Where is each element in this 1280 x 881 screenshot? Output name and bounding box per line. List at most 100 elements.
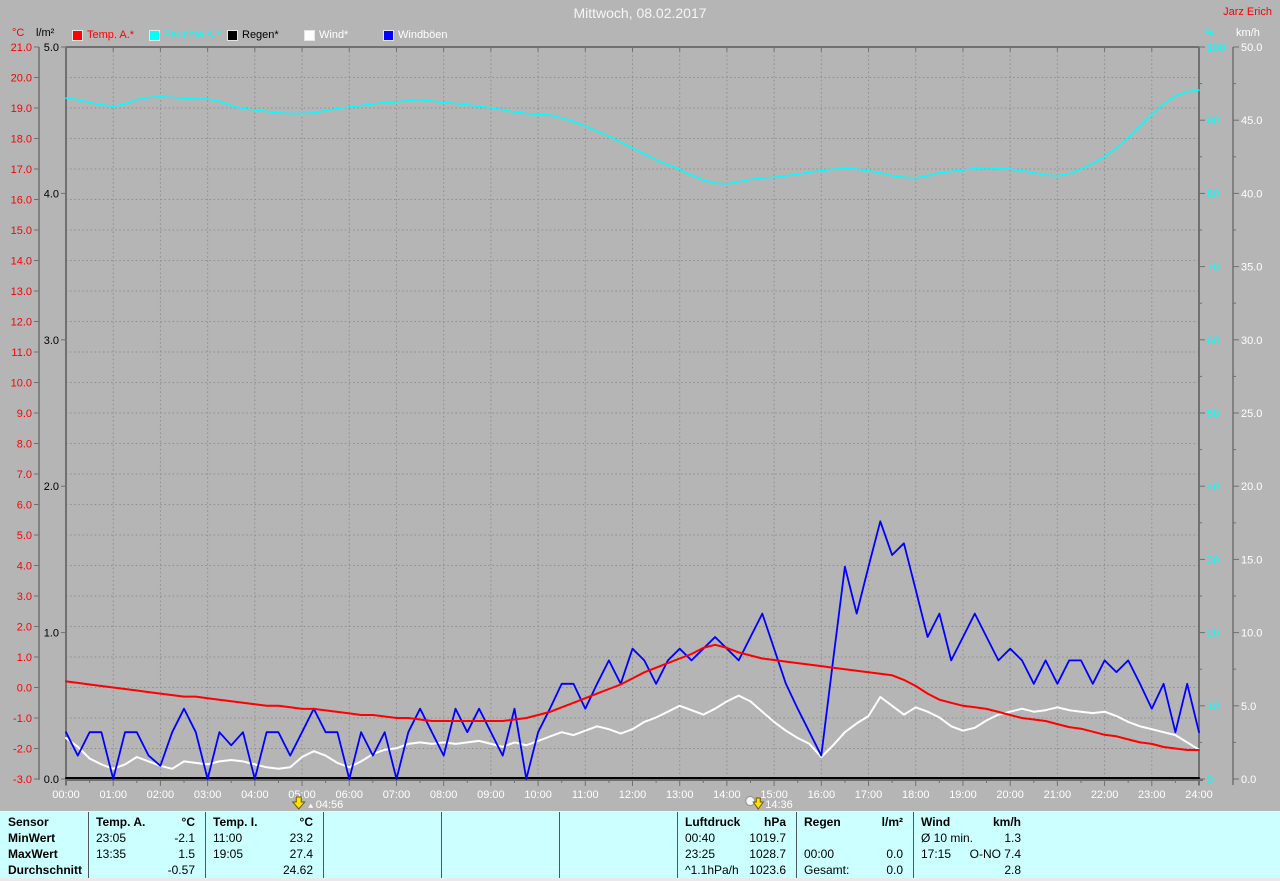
svg-text:0.0: 0.0 (17, 683, 32, 695)
svg-text:35.0: 35.0 (1241, 262, 1262, 274)
stat-header (331, 814, 431, 830)
stats-table: SensorMinWertMaxWertDurchschnittTemp. A.… (0, 811, 1280, 879)
svg-text:23:00: 23:00 (1138, 789, 1166, 801)
svg-text:14:00: 14:00 (713, 789, 741, 801)
svg-text:09:00: 09:00 (477, 789, 505, 801)
svg-text:7.0: 7.0 (17, 469, 32, 481)
svg-text:04:00: 04:00 (241, 789, 269, 801)
table-column-separator (559, 812, 560, 879)
svg-text:0.0: 0.0 (1241, 774, 1256, 786)
stat-cell (567, 830, 667, 846)
chart-grid (66, 47, 1199, 779)
svg-text:19.0: 19.0 (11, 103, 32, 115)
humidity-axis: 0102030405060708090100 (1199, 42, 1225, 786)
svg-text:14:36: 14:36 (765, 799, 793, 811)
svg-text:03:00: 03:00 (194, 789, 222, 801)
svg-text:16:00: 16:00 (808, 789, 836, 801)
series-humidity-line (66, 90, 1199, 184)
svg-text:-3.0: -3.0 (13, 774, 32, 786)
svg-text:05:00: 05:00 (288, 789, 316, 801)
stat-cell: 17:15O-NO 7.4 (921, 846, 1021, 862)
stat-header (567, 814, 667, 830)
svg-text:11:00: 11:00 (572, 789, 599, 801)
stat-cell: Gesamt:0.0 (804, 862, 903, 878)
weather-chart-window: Mittwoch, 08.02.2017 Jarz Erich °C l/m² … (0, 0, 1280, 881)
stat-cell: 11:0023.2 (213, 830, 313, 846)
stat-cell (331, 862, 431, 878)
table-column-separator (796, 812, 797, 879)
stat-cell: 2.8 (921, 862, 1021, 878)
stat-cell (449, 862, 549, 878)
stat-cell: 13:351.5 (96, 846, 195, 862)
stat-cell (449, 846, 549, 862)
stat-header: LuftdruckhPa (685, 814, 786, 830)
table-column-separator (913, 812, 914, 879)
svg-text:5.0: 5.0 (17, 530, 32, 542)
svg-text:02:00: 02:00 (147, 789, 175, 801)
svg-text:60: 60 (1207, 335, 1219, 347)
stat-column-wind: Windkm/hØ 10 min.1.317:15O-NO 7.42.8 (921, 814, 1021, 878)
svg-text:10.0: 10.0 (1241, 628, 1262, 640)
svg-text:22:00: 22:00 (1091, 789, 1119, 801)
svg-text:2.0: 2.0 (44, 481, 59, 493)
svg-text:100: 100 (1207, 42, 1225, 54)
table-column-separator (441, 812, 442, 879)
stat-cell (567, 846, 667, 862)
svg-text:13:00: 13:00 (666, 789, 694, 801)
svg-text:17:00: 17:00 (855, 789, 883, 801)
stat-row-label: Sensor (8, 814, 82, 830)
svg-text:15.0: 15.0 (1241, 554, 1262, 566)
stat-cell (449, 830, 549, 846)
rain-axis: 0.01.02.03.04.05.0 (44, 42, 66, 786)
svg-text:11.0: 11.0 (11, 347, 32, 359)
svg-text:10: 10 (1207, 701, 1219, 713)
chart-frame (39, 47, 1233, 785)
svg-text:18.0: 18.0 (11, 134, 32, 146)
svg-text:20:00: 20:00 (996, 789, 1024, 801)
series-temp (66, 645, 1199, 750)
moonset-marker-flag-icon (308, 803, 314, 808)
svg-text:5.0: 5.0 (44, 42, 59, 54)
table-column-separator (677, 812, 678, 879)
svg-text:04:56: 04:56 (316, 799, 344, 811)
stat-cell: 23:251028.7 (685, 846, 786, 862)
stat-column (331, 814, 431, 878)
stat-row-label: Durchschnitt (8, 862, 82, 878)
svg-text:3.0: 3.0 (44, 335, 59, 347)
svg-text:25.0: 25.0 (1241, 408, 1262, 420)
wind-axis: 0.05.010.015.020.025.030.035.040.045.050… (1233, 42, 1262, 786)
svg-text:90: 90 (1207, 115, 1219, 127)
stat-cell: 23:05-2.1 (96, 830, 195, 846)
svg-text:50: 50 (1207, 408, 1219, 420)
svg-text:8.0: 8.0 (17, 439, 32, 451)
svg-text:20.0: 20.0 (1241, 481, 1262, 493)
moonrise-marker-icon (746, 797, 755, 806)
stat-cell: ^1.1hPa/h1023.6 (685, 862, 786, 878)
temp-axis: -3.0-2.0-1.00.01.02.03.04.05.06.07.08.09… (11, 42, 39, 786)
svg-text:24:00: 24:00 (1185, 789, 1213, 801)
stat-column-luftdruck: LuftdruckhPa00:401019.723:251028.7^1.1hP… (685, 814, 786, 878)
svg-text:50.0: 50.0 (1241, 42, 1262, 54)
stat-cell (804, 830, 903, 846)
svg-text:4.0: 4.0 (44, 188, 59, 200)
table-row-labels: SensorMinWertMaxWertDurchschnitt (8, 814, 82, 878)
svg-text:9.0: 9.0 (17, 408, 32, 420)
stat-column-regen: Regenl/m²00:000.0Gesamt:0.0 (804, 814, 903, 878)
svg-text:00:00: 00:00 (52, 789, 80, 801)
svg-text:13.0: 13.0 (11, 286, 32, 298)
svg-text:12:00: 12:00 (619, 789, 647, 801)
svg-text:12.0: 12.0 (11, 317, 32, 329)
stat-cell: 00:000.0 (804, 846, 903, 862)
svg-text:4.0: 4.0 (17, 561, 32, 573)
stat-row-label: MaxWert (8, 846, 82, 862)
svg-text:10:00: 10:00 (524, 789, 552, 801)
stat-cell: 19:0527.4 (213, 846, 313, 862)
svg-text:21:00: 21:00 (1044, 789, 1072, 801)
svg-text:-2.0: -2.0 (13, 744, 32, 756)
svg-text:18:00: 18:00 (902, 789, 930, 801)
chart-plot-area: -3.0-2.0-1.00.01.02.03.04.05.06.07.08.09… (0, 0, 1280, 811)
stat-header: Temp. I.°C (213, 814, 313, 830)
svg-text:0.0: 0.0 (44, 774, 59, 786)
svg-text:16.0: 16.0 (11, 195, 32, 207)
stat-column (567, 814, 667, 878)
